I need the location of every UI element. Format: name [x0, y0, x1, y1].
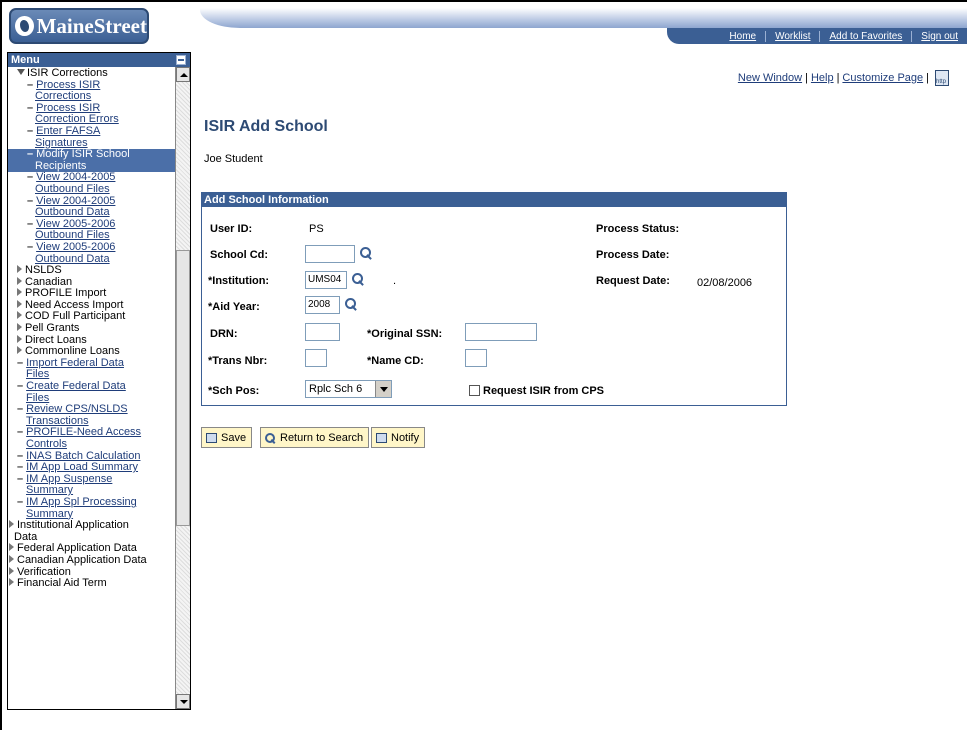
- request-isir-label: Request ISIR from CPS: [483, 385, 605, 397]
- drn-input[interactable]: [305, 323, 340, 341]
- return-to-search-button[interactable]: Return to Search: [260, 427, 370, 448]
- original-ssn-input[interactable]: [465, 323, 537, 341]
- collapsed-arrow-icon: [9, 520, 14, 529]
- notify-button[interactable]: Notify: [371, 427, 426, 448]
- menu-item-enter-fafsa-signatures[interactable]: – Enter FAFSA: [8, 125, 176, 138]
- maine-state-icon: [15, 16, 34, 36]
- sch-pos-label: *Sch Pos:: [208, 385, 260, 397]
- expanded-arrow-icon: [17, 69, 25, 75]
- page-title: ISIR Add School: [204, 118, 328, 135]
- customize-page-link[interactable]: Customize Page: [842, 72, 923, 84]
- logo-text: MaineStreet: [36, 13, 147, 38]
- institution-lookup-icon[interactable]: [352, 273, 364, 285]
- http-link-icon[interactable]: [935, 70, 949, 86]
- school-cd-input[interactable]: [305, 245, 355, 263]
- collapsed-arrow-icon: [17, 323, 22, 332]
- name-cd-label: *Name CD:: [367, 355, 424, 367]
- collapsed-arrow-icon: [9, 566, 14, 575]
- collapsed-arrow-icon: [9, 554, 14, 563]
- original-ssn-label: *Original SSN:: [367, 328, 443, 340]
- search-icon: [265, 432, 276, 443]
- separator: |: [926, 72, 929, 84]
- trans-nbr-input[interactable]: [305, 349, 327, 367]
- process-status-label: Process Status:: [596, 223, 680, 235]
- add-school-information-panel: Add School Information: [201, 192, 787, 406]
- menu-header: Menu: [8, 53, 190, 67]
- separator: |: [805, 72, 808, 84]
- institution-label: *Institution:: [208, 275, 270, 287]
- menu-item-modify-isir-school-recipients[interactable]: – Modify ISIR School: [8, 148, 176, 161]
- separator: |: [836, 72, 840, 84]
- save-button[interactable]: Save: [201, 427, 253, 448]
- aid-year-lookup-icon[interactable]: [345, 298, 357, 310]
- collapsed-arrow-icon: [9, 578, 14, 587]
- process-date-label: Process Date:: [596, 249, 670, 261]
- scroll-thumb[interactable]: [176, 250, 190, 526]
- user-id-value: PS: [309, 223, 324, 235]
- request-date-value: 02/08/2006: [697, 277, 753, 289]
- panel-title: Add School Information: [202, 193, 786, 207]
- sch-pos-select[interactable]: Rplc Sch 6: [305, 380, 392, 398]
- sch-pos-value: Rplc Sch 6: [309, 383, 363, 395]
- menu-title: Menu: [11, 54, 40, 66]
- menu-tree: ISIR Corrections – Process ISIR Correctio…: [8, 67, 176, 709]
- drn-label: DRN:: [210, 328, 238, 340]
- trans-nbr-label: *Trans Nbr:: [208, 355, 268, 367]
- header-band: [200, 8, 967, 28]
- mainestreet-logo[interactable]: MaineStreet: [9, 8, 149, 44]
- top-navigation: Home Worklist Add to Favorites Sign out: [667, 28, 967, 44]
- nav-add-favorites-link[interactable]: Add to Favorites: [819, 30, 911, 42]
- collapsed-arrow-icon: [17, 299, 22, 308]
- scroll-up-icon[interactable]: [176, 67, 190, 82]
- menu-scrollbar[interactable]: [175, 67, 190, 709]
- collapsed-arrow-icon: [17, 276, 22, 285]
- user-id-label: User ID:: [210, 223, 253, 235]
- collapsed-arrow-icon: [9, 543, 14, 552]
- nav-home-link[interactable]: Home: [720, 31, 765, 42]
- help-link[interactable]: Help: [811, 72, 834, 84]
- student-name: Joe Student: [204, 153, 263, 165]
- nav-sign-out-link[interactable]: Sign out: [911, 30, 967, 42]
- collapsed-arrow-icon: [17, 288, 22, 297]
- header-bar: Home Worklist Add to Favorites Sign out: [200, 8, 967, 44]
- collapsed-arrow-icon: [17, 265, 22, 274]
- save-icon: [206, 432, 217, 443]
- collapsed-arrow-icon: [17, 311, 22, 320]
- page-utility-links: New Window | Help | Customize Page |: [738, 70, 949, 86]
- minimize-icon[interactable]: [176, 55, 186, 65]
- school-cd-lookup-icon[interactable]: [360, 247, 372, 259]
- collapsed-arrow-icon: [17, 334, 22, 343]
- institution-input[interactable]: UMS04: [305, 271, 347, 289]
- nav-worklist-link[interactable]: Worklist: [765, 30, 819, 42]
- request-date-label: Request Date:: [596, 275, 670, 287]
- new-window-link[interactable]: New Window: [738, 72, 802, 84]
- menu-panel: Menu ISIR Corrections – Process ISIR Corr…: [7, 52, 191, 710]
- notify-icon: [376, 432, 387, 443]
- menu-item-financial-aid-term[interactable]: Financial Aid Term: [8, 577, 176, 590]
- institution-description: .: [393, 275, 397, 287]
- collapsed-arrow-icon: [17, 346, 22, 355]
- aid-year-label: *Aid Year:: [208, 301, 260, 313]
- menu-item-process-isir-corrections[interactable]: – Process ISIR: [8, 79, 176, 92]
- scroll-down-icon[interactable]: [176, 694, 190, 709]
- school-cd-label: School Cd:: [210, 249, 269, 261]
- name-cd-input[interactable]: [465, 349, 487, 367]
- aid-year-input[interactable]: 2008: [305, 296, 340, 314]
- chevron-down-icon[interactable]: [375, 381, 391, 397]
- request-isir-checkbox[interactable]: [469, 385, 480, 396]
